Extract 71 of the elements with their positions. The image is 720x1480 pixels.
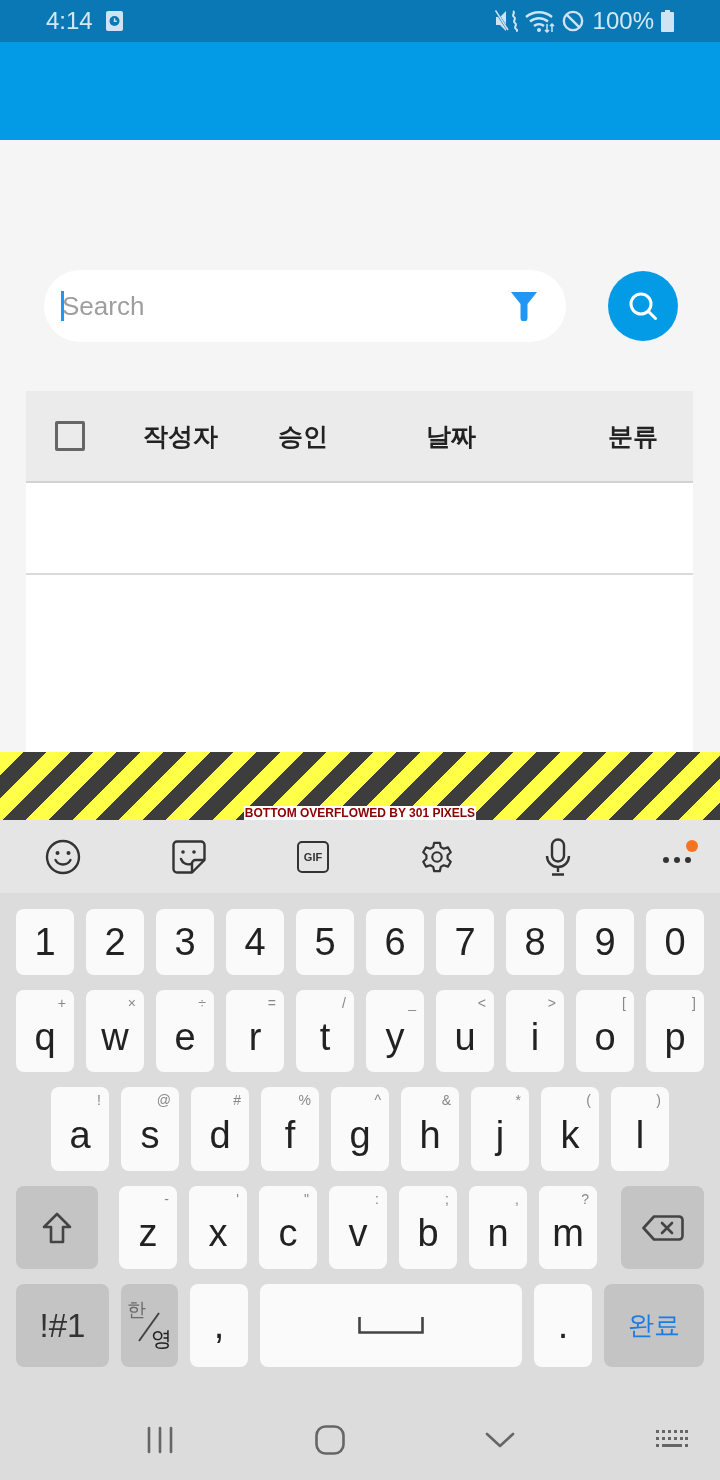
symbols-key[interactable]: !#1	[16, 1284, 109, 1367]
keyboard-key[interactable]: + q	[16, 990, 74, 1072]
keyboard-key[interactable]: : v	[329, 1186, 387, 1269]
status-time: 4:14	[46, 7, 93, 35]
keyboard-key[interactable]: 0	[646, 909, 704, 975]
sticker-icon[interactable]	[172, 839, 206, 874]
keyboard-key[interactable]: 2	[86, 909, 144, 975]
blocked-icon	[561, 10, 584, 32]
microphone-icon[interactable]	[545, 837, 571, 876]
language-key[interactable]: 한 영	[121, 1284, 178, 1367]
recent-apps-icon[interactable]	[146, 1425, 174, 1454]
keyboard-key[interactable]: & h	[401, 1087, 459, 1171]
keyboard-key[interactable]: .	[534, 1284, 592, 1367]
keyboard-key[interactable]: # d	[191, 1087, 249, 1171]
keyboard-key[interactable]: @ s	[121, 1087, 179, 1171]
column-header[interactable]: 승인	[278, 419, 426, 453]
keyboard-key[interactable]: < u	[436, 990, 494, 1072]
more-icon[interactable]	[662, 855, 692, 864]
keyboard-key[interactable]: ; b	[399, 1186, 457, 1269]
keyboard-key[interactable]: , n	[469, 1186, 527, 1269]
overflow-warning-text: BOTTOM OVERFLOWED BY 301 PIXELS	[243, 806, 477, 820]
keyboard-key[interactable]: × w	[86, 990, 144, 1072]
keyboard-key[interactable]: ) l	[611, 1087, 669, 1171]
space-bar-icon	[358, 1317, 424, 1334]
column-header[interactable]: 분류	[608, 419, 693, 453]
keyboard-key[interactable]: 9	[576, 909, 634, 975]
keyboard-key[interactable]: _ y	[366, 990, 424, 1072]
chevron-down-icon[interactable]	[485, 1431, 516, 1448]
keyboard-key[interactable]: ] p	[646, 990, 704, 1072]
select-all-checkbox[interactable]	[55, 421, 85, 451]
clock-notification-icon	[105, 11, 123, 31]
shift-icon	[42, 1211, 72, 1244]
backspace-icon	[641, 1214, 684, 1241]
battery-percentage: 100%	[592, 7, 654, 35]
home-icon[interactable]	[314, 1424, 345, 1455]
keyboard-key[interactable]: / t	[296, 990, 354, 1072]
search-field[interactable]: Search	[44, 270, 566, 342]
keyboard-key[interactable]: ! a	[51, 1087, 109, 1171]
keyboard-key[interactable]: - z	[119, 1186, 177, 1269]
keyboard-key[interactable]: ? m	[539, 1186, 597, 1269]
keyboard-key[interactable]: ,	[190, 1284, 248, 1367]
keyboard-key[interactable]: % f	[261, 1087, 319, 1171]
keyboard-key[interactable]: ^ g	[331, 1087, 389, 1171]
keyboard-key[interactable]: ' x	[189, 1186, 247, 1269]
wifi-icon	[524, 9, 555, 33]
emoji-icon[interactable]	[45, 838, 81, 875]
keyboard-key[interactable]: ÷ e	[156, 990, 214, 1072]
gif-button[interactable]: GIF	[297, 840, 329, 873]
keyboard-key[interactable]: * j	[471, 1087, 529, 1171]
column-header[interactable]: 작성자	[143, 419, 278, 453]
keyboard-key[interactable]: " c	[259, 1186, 317, 1269]
keyboard-key[interactable]: 1	[16, 909, 74, 975]
keyboard-key[interactable]: > i	[506, 990, 564, 1072]
keyboard-key[interactable]: 4	[226, 909, 284, 975]
backspace-key[interactable]	[621, 1186, 704, 1269]
battery-icon	[661, 10, 674, 32]
settings-icon[interactable]	[420, 839, 454, 874]
filter-icon[interactable]	[510, 291, 538, 321]
shift-key[interactable]	[16, 1186, 98, 1269]
keyboard-icon[interactable]	[655, 1429, 688, 1450]
keyboard-key[interactable]: 5	[296, 909, 354, 975]
search-icon	[628, 291, 658, 321]
keyboard-key[interactable]: 3	[156, 909, 214, 975]
column-header[interactable]: 날짜	[426, 419, 608, 453]
vibrate-mute-icon	[494, 9, 518, 33]
keyboard-key[interactable]: = r	[226, 990, 284, 1072]
keyboard-key[interactable]: 6	[366, 909, 424, 975]
keyboard-key[interactable]: 7	[436, 909, 494, 975]
keyboard-key[interactable]: ( k	[541, 1087, 599, 1171]
keyboard-key[interactable]: [ o	[576, 990, 634, 1072]
keyboard-key[interactable]: 8	[506, 909, 564, 975]
